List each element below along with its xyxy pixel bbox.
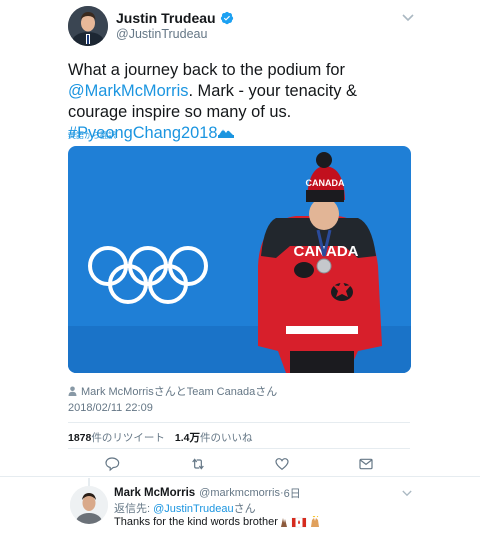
tweet-stats: 1878件のリツイート 1.4万件のいいね bbox=[68, 430, 252, 445]
reply-author-handle[interactable]: @markmcmorris bbox=[199, 487, 280, 499]
tagged-users-label: Mark McMorrisさんとTeam Canadaさん bbox=[81, 386, 278, 398]
reply-to-handle[interactable]: @JustinTrudeau bbox=[153, 503, 233, 515]
retweet-icon[interactable] bbox=[190, 456, 206, 472]
pyeongchang-hashflag-icon bbox=[218, 129, 235, 138]
divider bbox=[0, 476, 480, 477]
reply-icon[interactable] bbox=[104, 456, 120, 472]
person-icon bbox=[68, 386, 77, 396]
reply-author-avatar[interactable] bbox=[70, 486, 108, 524]
emoji-group-icon bbox=[280, 516, 319, 528]
like-count[interactable]: 1.4万件のいいね bbox=[175, 430, 253, 445]
chevron-down-icon[interactable] bbox=[402, 14, 414, 22]
retweet-count[interactable]: 1878件のリツイート bbox=[68, 430, 165, 445]
tweet-text-part: What a journey back to the podium for bbox=[68, 61, 345, 79]
tweet-timestamp[interactable]: 2018/02/11 22:09 bbox=[68, 402, 153, 414]
author-avatar[interactable] bbox=[68, 6, 108, 46]
reply-text-content: Thanks for the kind words brother bbox=[114, 516, 278, 528]
envelope-icon[interactable] bbox=[358, 456, 374, 472]
reply-age[interactable]: 6日 bbox=[284, 485, 301, 501]
tweet-photo[interactable]: CANADA CANADA bbox=[68, 146, 411, 373]
heart-icon[interactable] bbox=[274, 456, 290, 472]
reply-to-suffix: さん bbox=[233, 503, 256, 515]
author-display-name[interactable]: Justin Trudeau bbox=[116, 10, 216, 26]
tweet-actions bbox=[68, 456, 410, 472]
hat-text: CANADA bbox=[306, 178, 345, 188]
verified-badge-icon bbox=[220, 11, 233, 25]
reply-header: Mark McMorris @markmcmorris · 6日 bbox=[114, 485, 301, 501]
mention-link[interactable]: @MarkMcMorris bbox=[68, 82, 188, 100]
tweet-header: Justin Trudeau @JustinTrudeau bbox=[0, 0, 480, 56]
reply-chevron-down-icon[interactable] bbox=[402, 490, 412, 497]
author-handle[interactable]: @JustinTrudeau bbox=[116, 27, 207, 41]
tagged-users[interactable]: Mark McMorrisさんとTeam Canadaさん bbox=[68, 383, 277, 399]
reply-author-name[interactable]: Mark McMorris bbox=[114, 487, 195, 499]
divider bbox=[68, 422, 410, 423]
reply-text: Thanks for the kind words brother bbox=[114, 516, 324, 528]
tweet-text: What a journey back to the podium for @M… bbox=[68, 60, 418, 144]
reply-to-label: 返信先: bbox=[114, 503, 154, 515]
divider bbox=[68, 448, 410, 449]
translate-tweet-link[interactable]: 英語から翻訳 bbox=[68, 130, 116, 141]
thread-connector bbox=[88, 478, 90, 486]
reply-to-line: 返信先: @JustinTrudeauさん bbox=[114, 500, 256, 516]
